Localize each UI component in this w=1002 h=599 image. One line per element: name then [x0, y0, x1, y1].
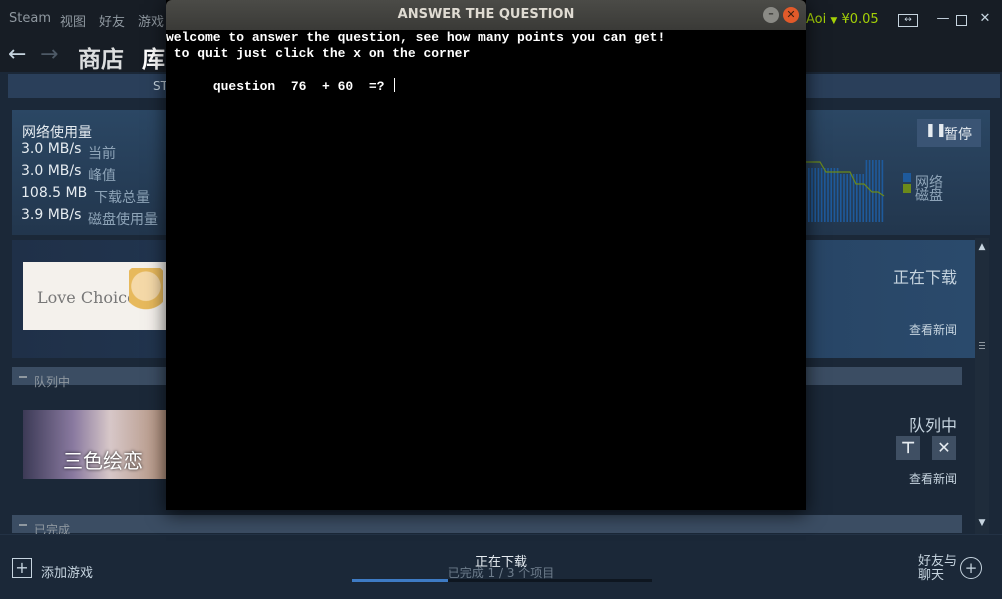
maximize-icon[interactable] — [956, 15, 967, 26]
stat-peak-label: 峰值 — [88, 168, 116, 184]
legend-disk-label: 磁盘 — [915, 188, 943, 204]
graph-bar — [833, 168, 836, 222]
friends-chat-label-line2: 聊天 — [918, 568, 945, 583]
graph-bar — [811, 168, 813, 222]
graph-bar — [827, 168, 829, 222]
scroll-up-icon[interactable]: ▲ — [975, 242, 989, 252]
graph-bar — [862, 174, 864, 222]
account-name: Aoi — [806, 12, 827, 27]
thumbnail-title: 三色绘恋 — [63, 449, 143, 473]
move-to-top-button[interactable]: ⊤ — [896, 436, 920, 460]
game-thumbnail-queued[interactable]: 三色绘恋 — [23, 410, 168, 479]
chevron-down-icon: ▼ — [830, 16, 838, 26]
graph-bar — [824, 168, 826, 222]
thumbnail-title: Love Choice — [37, 288, 137, 307]
minimize-icon[interactable]: – — [763, 7, 779, 23]
queued-header-label: 队列中 — [34, 375, 71, 389]
graph-bar — [808, 168, 810, 222]
terminal-line-quit: to quit just click the x on the corner — [166, 46, 471, 61]
stat-disk-value: 3.9 MB/s — [21, 207, 82, 223]
graph-bar — [856, 174, 858, 222]
collapse-icon — [19, 524, 27, 526]
graph-bar — [875, 160, 877, 222]
stat-disk-label: 磁盘使用量 — [88, 212, 158, 228]
bottom-bar: + 添加游戏 正在下载 已完成 1 / 3 个项目 好友与 聊天 + — [0, 534, 1002, 599]
forward-arrow-icon[interactable]: → — [40, 42, 58, 67]
menu-friends[interactable]: 好友 — [99, 11, 125, 30]
terminal-line-welcome: welcome to answer the question, see how … — [166, 30, 666, 45]
terminal-title: ANSWER THE QUESTION — [397, 7, 575, 22]
stat-peak-value: 3.0 MB/s — [21, 163, 82, 179]
answer-question-window: ANSWER THE QUESTION – ✕ welcome to answe… — [166, 0, 806, 510]
menu-view[interactable]: 视图 — [60, 11, 86, 30]
graph-bar — [865, 160, 868, 222]
downloads-progress-fill — [352, 579, 448, 582]
graph-bar — [836, 168, 839, 222]
graph-bar — [872, 160, 874, 222]
tab-store[interactable]: 商店 — [78, 40, 124, 74]
pause-button-label: 暂停 — [944, 127, 972, 143]
terminal-body[interactable]: welcome to answer the question, see how … — [166, 30, 806, 510]
stat-total-value: 108.5 MB — [21, 185, 88, 201]
friends-chat-button[interactable]: 好友与 聊天 — [918, 555, 957, 583]
completed-section-header[interactable]: 已完成 — [12, 515, 962, 537]
queue-status: 队列中 — [908, 416, 957, 435]
character-illustration — [129, 268, 163, 320]
graph-bar — [840, 174, 842, 222]
legend-disk-swatch — [903, 184, 911, 193]
downloads-scrollbar[interactable]: ▲ ▼ — [975, 238, 989, 534]
big-picture-icon[interactable]: ↔ — [898, 14, 918, 27]
friends-chat-label-line1: 好友与 — [918, 554, 958, 569]
legend-network-swatch — [903, 173, 911, 182]
close-icon[interactable]: ✕ — [783, 7, 799, 23]
graph-bars — [808, 160, 884, 222]
minimize-icon[interactable]: — — [936, 12, 950, 26]
text-cursor — [394, 78, 396, 92]
back-arrow-icon[interactable]: ← — [8, 42, 26, 67]
graph-bar — [843, 174, 845, 222]
view-news-link[interactable]: 查看新闻 — [909, 470, 957, 487]
graph-bar — [820, 168, 823, 222]
terminal-titlebar[interactable]: ANSWER THE QUESTION – ✕ — [166, 0, 806, 30]
graph-bar — [881, 160, 884, 222]
wallet-balance: ¥0.05 — [841, 12, 879, 27]
graph-bar — [830, 168, 832, 222]
graph-bar — [814, 168, 816, 222]
graph-bar — [878, 160, 880, 222]
account-wallet[interactable]: Aoi ▼ ¥0.05 — [806, 12, 879, 27]
stats-title: 网络使用量 — [22, 125, 92, 141]
question-prompt: question 76 + 60 =? — [212, 79, 393, 94]
downloads-progress-bar — [352, 579, 652, 582]
stat-current-value: 3.0 MB/s — [21, 141, 82, 157]
close-icon[interactable]: ✕ — [978, 12, 992, 26]
scroll-down-icon[interactable]: ▼ — [975, 518, 989, 528]
add-friend-icon[interactable]: + — [960, 557, 982, 579]
menu-games[interactable]: 游戏 — [138, 11, 164, 30]
terminal-line-question[interactable]: question 76 + 60 =? — [166, 62, 396, 111]
graph-bar — [859, 174, 861, 222]
collapse-icon — [19, 376, 27, 378]
scroll-grip-icon[interactable] — [979, 342, 985, 350]
graph-bar — [817, 168, 820, 222]
download-status: 正在下载 — [892, 268, 957, 287]
stat-current-label: 当前 — [88, 146, 116, 162]
pause-button[interactable]: ❚❚ 暂停 — [917, 119, 981, 147]
graph-bar — [849, 174, 852, 222]
stat-total-label: 下载总量 — [94, 190, 150, 206]
tab-library[interactable]: 库 — [142, 40, 165, 74]
bandwidth-graph — [806, 160, 885, 222]
remove-from-queue-button[interactable]: ✕ — [932, 436, 956, 460]
graph-bar — [846, 174, 848, 222]
game-thumbnail-love-choice[interactable]: Love Choice — [23, 262, 168, 330]
view-news-link[interactable]: 查看新闻 — [909, 321, 957, 338]
menu-steam[interactable]: Steam — [9, 11, 51, 26]
